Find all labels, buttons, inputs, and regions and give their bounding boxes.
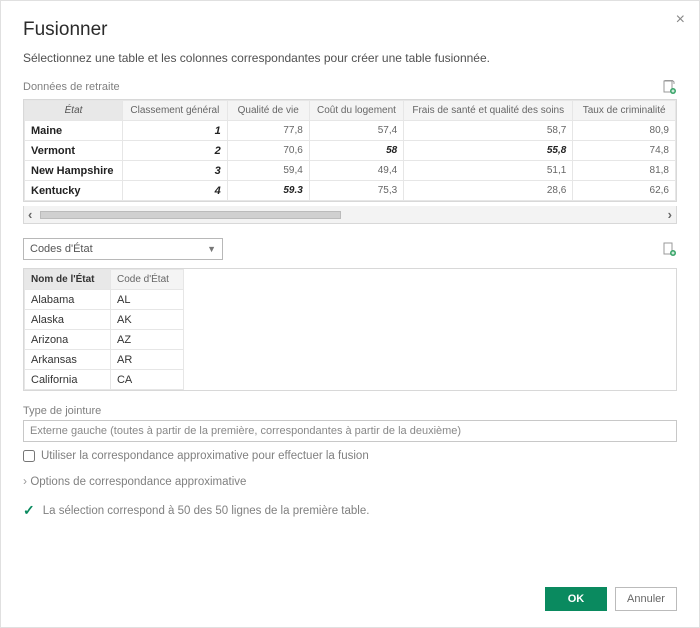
cell-code: CA — [110, 370, 183, 390]
dialog-title: Fusionner — [23, 19, 677, 41]
cell-name: Alaska — [25, 310, 111, 330]
cell-crime: 81,8 — [573, 161, 676, 181]
cell-code: AZ — [110, 330, 183, 350]
cell-name: California — [25, 370, 111, 390]
cell-crime: 62,6 — [573, 181, 676, 201]
horizontal-scrollbar[interactable]: ‹ › — [23, 206, 677, 224]
cell-state: Maine — [25, 121, 123, 141]
cell-code: AK — [110, 310, 183, 330]
scrollbar-thumb[interactable] — [40, 211, 341, 219]
table-row[interactable]: Maine 1 77,8 57,4 58,7 80,9 — [25, 121, 676, 141]
table2-dropdown[interactable]: Codes d'État ▼ — [23, 238, 223, 260]
cancel-button[interactable]: Annuler — [615, 587, 677, 611]
table-row[interactable]: ArkansasAR — [25, 350, 184, 370]
col-state-name[interactable]: Nom de l'État — [25, 270, 111, 290]
dropdown-selected: Codes d'État — [30, 243, 93, 255]
chevron-left-icon[interactable]: ‹ — [28, 208, 32, 221]
table-row[interactable]: AlaskaAK — [25, 310, 184, 330]
table-row[interactable]: AlabamaAL — [25, 290, 184, 310]
fuzzy-options-expander[interactable]: Options de correspondance approximative — [23, 474, 677, 488]
cell-qol: 59,4 — [227, 161, 309, 181]
cell-housing: 75,3 — [309, 181, 403, 201]
table1[interactable]: État Classement général Qualité de vie C… — [23, 99, 677, 202]
status-text: La sélection correspond à 50 des 50 lign… — [43, 505, 370, 517]
cell-health: 28,6 — [404, 181, 573, 201]
fuzzy-label: Utiliser la correspondance approximative… — [41, 450, 369, 462]
cell-housing: 58 — [309, 141, 403, 161]
cell-qol: 70,6 — [227, 141, 309, 161]
table-row[interactable]: Vermont 2 70,6 58 55,8 74,8 — [25, 141, 676, 161]
cell-state: New Hampshire — [25, 161, 123, 181]
cell-health: 51,1 — [404, 161, 573, 181]
dialog-subtitle: Sélectionnez une table et les colonnes c… — [23, 51, 677, 65]
col-sante[interactable]: Frais de santé et qualité des soins — [404, 101, 573, 121]
chevron-down-icon: ▼ — [207, 244, 216, 254]
table-row[interactable]: New Hampshire 3 59,4 49,4 51,1 81,8 — [25, 161, 676, 181]
chevron-right-icon[interactable]: › — [668, 208, 672, 221]
cell-name: Arkansas — [25, 350, 111, 370]
cell-crime: 74,8 — [573, 141, 676, 161]
cell-rank: 4 — [123, 181, 228, 201]
col-state-code[interactable]: Code d'État — [110, 270, 183, 290]
cell-state: Vermont — [25, 141, 123, 161]
cell-code: AR — [110, 350, 183, 370]
table-row[interactable]: CaliforniaCA — [25, 370, 184, 390]
cell-housing: 49,4 — [309, 161, 403, 181]
cell-code: AL — [110, 290, 183, 310]
table1-label: Données de retraite — [23, 81, 120, 93]
table-row[interactable]: ArizonaAZ — [25, 330, 184, 350]
col-logement[interactable]: Coût du logement — [309, 101, 403, 121]
cell-name: Arizona — [25, 330, 111, 350]
cell-health: 55,8 — [404, 141, 573, 161]
close-icon[interactable]: × — [676, 11, 685, 29]
cell-qol: 59.3 — [227, 181, 309, 201]
cell-rank: 1 — [123, 121, 228, 141]
cell-name: Alabama — [25, 290, 111, 310]
cell-health: 58,7 — [404, 121, 573, 141]
cell-housing: 57,4 — [309, 121, 403, 141]
cell-state: Kentucky — [25, 181, 123, 201]
check-icon: ✓ — [23, 502, 35, 519]
fuzzy-checkbox-row[interactable]: Utiliser la correspondance approximative… — [23, 450, 677, 462]
cell-crime: 80,9 — [573, 121, 676, 141]
col-classement[interactable]: Classement général — [123, 101, 228, 121]
merge-dialog: × Fusionner Sélectionnez une table et le… — [0, 0, 700, 628]
ok-button[interactable]: OK — [545, 587, 607, 611]
fuzzy-checkbox[interactable] — [23, 450, 35, 462]
table-row[interactable]: Kentucky 4 59.3 75,3 28,6 62,6 — [25, 181, 676, 201]
col-etat[interactable]: État — [25, 101, 123, 121]
join-type-label: Type de jointure — [23, 405, 677, 417]
table1-label-row: Données de retraite — [23, 79, 677, 95]
join-type-input[interactable] — [23, 420, 677, 442]
cell-rank: 3 — [123, 161, 228, 181]
add-table-icon[interactable] — [661, 79, 677, 95]
cell-rank: 2 — [123, 141, 228, 161]
cell-qol: 77,8 — [227, 121, 309, 141]
table2[interactable]: Nom de l'État Code d'État AlabamaAL Alas… — [23, 268, 677, 391]
col-crime[interactable]: Taux de criminalité — [573, 101, 676, 121]
match-status: ✓ La sélection correspond à 50 des 50 li… — [23, 502, 677, 519]
col-qualite[interactable]: Qualité de vie — [227, 101, 309, 121]
add-table-icon[interactable] — [661, 241, 677, 257]
